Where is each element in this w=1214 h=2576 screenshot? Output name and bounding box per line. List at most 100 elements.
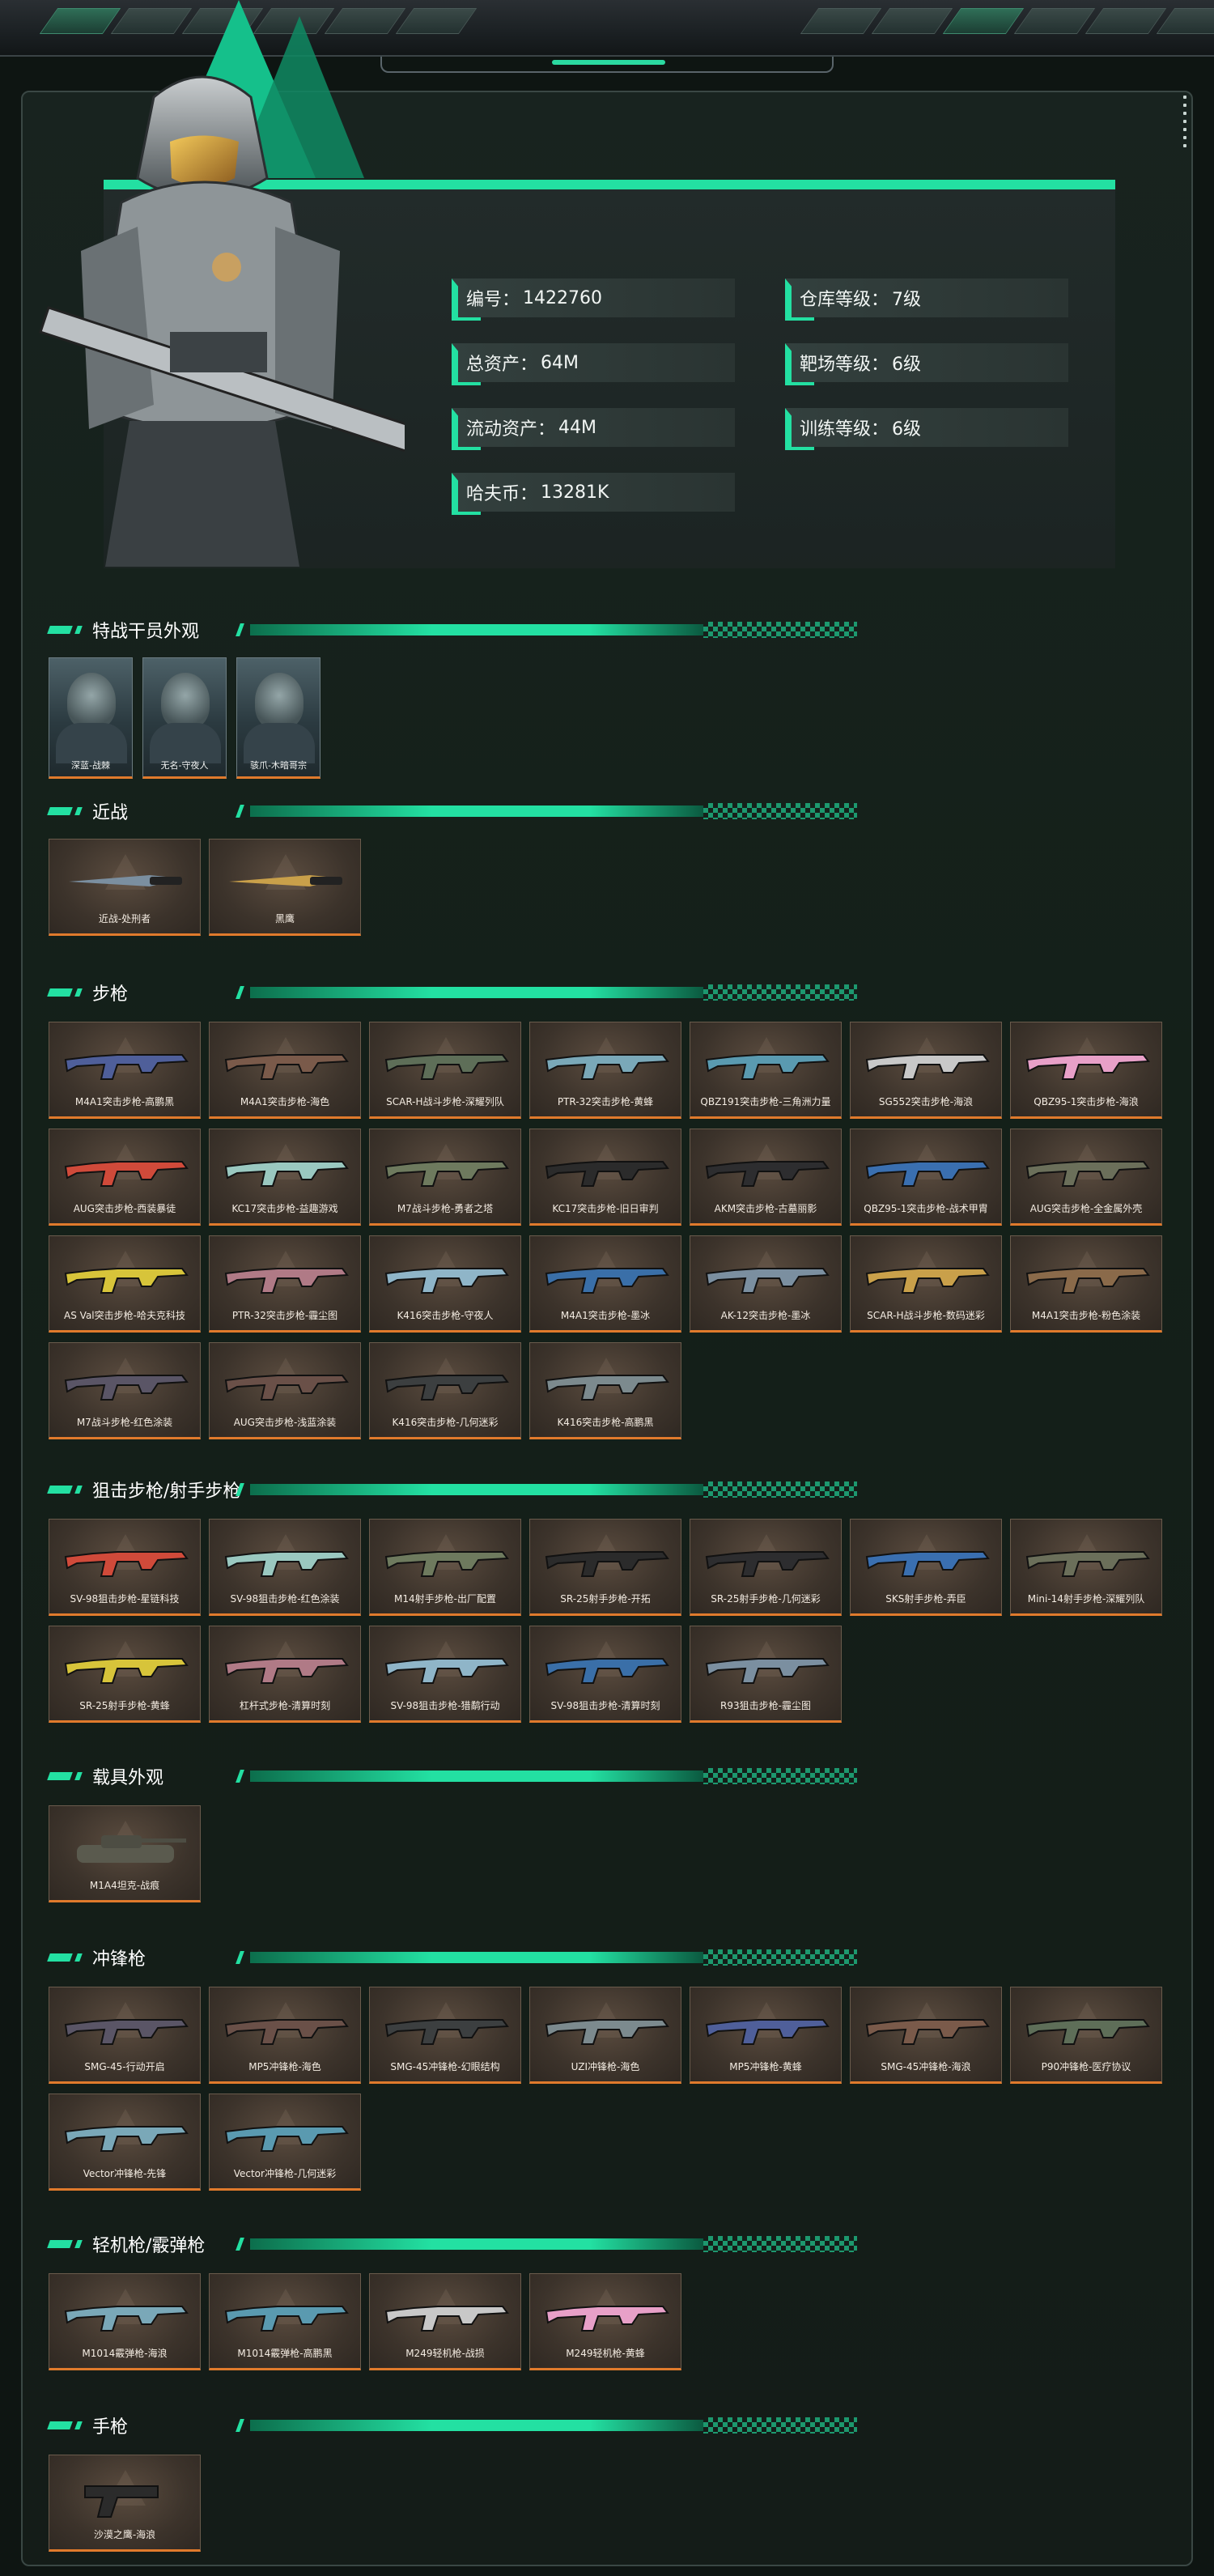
item-card[interactable]: M7战斗步枪-红色涂装 xyxy=(49,1342,201,1439)
item-card[interactable]: Vector冲锋枪-先锋 xyxy=(49,2094,201,2191)
item-card[interactable]: M7战斗步枪-勇者之塔 xyxy=(369,1129,521,1226)
section-title: 步枪 xyxy=(92,984,129,1005)
smg-icon xyxy=(64,2126,189,2152)
item-card[interactable]: AUG突击步枪-西装暴徒 xyxy=(49,1129,201,1226)
item-card[interactable]: UZI冲锋枪-海色 xyxy=(529,1987,681,2084)
item-card[interactable]: K416突击步枪-守夜人 xyxy=(369,1235,521,1333)
item-card[interactable]: M249轻机枪-黄蜂 xyxy=(529,2273,681,2370)
item-card[interactable]: SV-98狙击步枪-红色涂装 xyxy=(209,1519,361,1616)
item-card[interactable]: QBZ95-1突击步枪-战术甲胄 xyxy=(850,1129,1002,1226)
item-card[interactable]: R93狙击步枪-霾尘图 xyxy=(690,1626,842,1723)
item-card[interactable]: 杠杆式步枪-清算时刻 xyxy=(209,1626,361,1723)
rifle-icon xyxy=(545,1375,669,1401)
item-card[interactable]: AKM突击步枪-古墓丽影 xyxy=(690,1129,842,1226)
item-card[interactable]: Vector冲锋枪-几何迷彩 xyxy=(209,2094,361,2191)
item-card[interactable]: AS Val突击步枪-哈夫克科技 xyxy=(49,1235,201,1333)
item-card[interactable]: SCAR-H战斗步枪-数码迷彩 xyxy=(850,1235,1002,1333)
rifle-icon xyxy=(545,1054,669,1080)
item-name: Vector冲锋枪-先锋 xyxy=(83,2168,167,2179)
item-card[interactable]: SMG-45-行动开启 xyxy=(49,1987,201,2084)
item-card[interactable]: Mini-14射手步枪-深耀列队 xyxy=(1010,1519,1162,1616)
item-card[interactable]: PTR-32突击步枪-黄蜂 xyxy=(529,1022,681,1119)
section-grid: SV-98狙击步枪-星链科技 SV-98狙击步枪-红色涂装 M14射手步枪-出厂配置… xyxy=(49,1519,1162,1723)
item-card[interactable]: AUG突击步枪-全金属外壳 xyxy=(1010,1129,1162,1226)
rifle-icon xyxy=(384,1268,509,1294)
item-card[interactable]: KC17突击步枪-益趣游戏 xyxy=(209,1129,361,1226)
scroll-dots-icon[interactable] xyxy=(1183,92,1188,149)
item-name: SKS射手步枪-弄臣 xyxy=(885,1593,966,1605)
item-name: MP5冲锋枪-黄蜂 xyxy=(729,2061,802,2072)
item-name: QBZ191突击步枪-三角洲力量 xyxy=(700,1096,831,1107)
item-card[interactable]: M4A1突击步枪-墨冰 xyxy=(529,1235,681,1333)
rifle-icon xyxy=(705,1161,830,1187)
item-card[interactable]: M249轻机枪-战损 xyxy=(369,2273,521,2370)
item-name: M7战斗步枪-红色涂装 xyxy=(76,1417,173,1428)
item-name: M14射手步枪-出厂配置 xyxy=(394,1593,496,1605)
smg-icon xyxy=(705,2019,830,2045)
item-card[interactable]: SR-25射手步枪-开拓 xyxy=(529,1519,681,1616)
mg-icon xyxy=(545,2306,669,2332)
item-name: M4A1突击步枪-海色 xyxy=(240,1096,330,1107)
item-card[interactable]: 黑鹰 xyxy=(209,839,361,936)
knife-icon xyxy=(69,875,182,886)
item-card[interactable]: M14射手步枪-出厂配置 xyxy=(369,1519,521,1616)
section-title: 冲锋枪 xyxy=(92,1949,146,1970)
item-card[interactable]: QBZ191突击步枪-三角洲力量 xyxy=(690,1022,842,1119)
item-card[interactable]: M4A1突击步枪-海色 xyxy=(209,1022,361,1119)
item-card[interactable]: M1014霰弹枪-海浪 xyxy=(49,2273,201,2370)
item-card[interactable]: K416突击步枪-高鹏黑 xyxy=(529,1342,681,1439)
item-card[interactable]: SCAR-H战斗步枪-深耀列队 xyxy=(369,1022,521,1119)
stat-haf-coin: 哈夫币： 13281K xyxy=(452,473,735,515)
item-name: SR-25射手步枪-黄蜂 xyxy=(79,1700,170,1711)
item-card[interactable]: SV-98狙击步枪-星链科技 xyxy=(49,1519,201,1616)
item-card[interactable]: SV-98狙击步枪-猎鹬行动 xyxy=(369,1626,521,1723)
item-name: SG552突击步枪-海浪 xyxy=(878,1096,974,1107)
item-name: SV-98狙击步枪-猎鹬行动 xyxy=(390,1700,500,1711)
item-card[interactable]: SG552突击步枪-海浪 xyxy=(850,1022,1002,1119)
item-card[interactable]: KC17突击步枪-旧日审判 xyxy=(529,1129,681,1226)
sniper-icon xyxy=(545,1551,669,1577)
item-card[interactable]: PTR-32突击步枪-霾尘图 xyxy=(209,1235,361,1333)
item-card[interactable]: MP5冲锋枪-海色 xyxy=(209,1987,361,2084)
operator-skin-card[interactable]: 深蓝-战棘 xyxy=(49,657,133,779)
item-card[interactable]: AUG突击步枪-浅蓝涂装 xyxy=(209,1342,361,1439)
item-name: M7战斗步枪-勇者之塔 xyxy=(397,1203,494,1214)
item-card[interactable]: M4A1突击步枪-粉色涂装 xyxy=(1010,1235,1162,1333)
item-card[interactable]: SR-25射手步枪-黄蜂 xyxy=(49,1626,201,1723)
section-grid: 近战-处刑者 黑鹰 xyxy=(49,839,1162,936)
item-name: M4A1突击步枪-高鹏黑 xyxy=(74,1096,175,1107)
item-card[interactable]: SKS射手步枪-弄臣 xyxy=(850,1519,1002,1616)
item-card[interactable]: M1014霰弹枪-高鹏黑 xyxy=(209,2273,361,2370)
section-grid: 深蓝-战棘 无名-守夜人 骇爪-木暗哥宗 xyxy=(49,657,320,779)
rifle-icon xyxy=(705,1054,830,1080)
item-name: M249轻机枪-黄蜂 xyxy=(566,2348,645,2359)
item-card[interactable]: AK-12突击步枪-墨冰 xyxy=(690,1235,842,1333)
item-card[interactable]: SR-25射手步枪-几何迷彩 xyxy=(690,1519,842,1616)
item-card[interactable]: SMG-45冲锋枪-海浪 xyxy=(850,1987,1002,2084)
rifle-icon xyxy=(384,1161,509,1187)
item-card[interactable]: SMG-45冲锋枪-幻眼结构 xyxy=(369,1987,521,2084)
item-name: AK-12突击步枪-墨冰 xyxy=(720,1310,811,1321)
item-card[interactable]: P90冲锋枪-医疗协议 xyxy=(1010,1987,1162,2084)
item-name: KC17突击步枪-旧日审判 xyxy=(552,1203,659,1214)
item-name: SR-25射手步枪-几何迷彩 xyxy=(711,1593,821,1605)
item-card[interactable]: M4A1突击步枪-高鹏黑 xyxy=(49,1022,201,1119)
operator-skin-card[interactable]: 无名-守夜人 xyxy=(142,657,227,779)
rifle-icon xyxy=(384,1375,509,1401)
item-name: K416突击步枪-守夜人 xyxy=(397,1310,494,1321)
item-card[interactable]: SV-98狙击步枪-清算时刻 xyxy=(529,1626,681,1723)
rifle-icon xyxy=(1025,1161,1150,1187)
item-card[interactable]: QBZ95-1突击步枪-海浪 xyxy=(1010,1022,1162,1119)
item-card[interactable]: M1A4坦克-战痕 xyxy=(49,1805,201,1902)
item-card[interactable]: K416突击步枪-几何迷彩 xyxy=(369,1342,521,1439)
item-name: 骇爪-木暗哥宗 xyxy=(250,760,307,771)
item-card[interactable]: 沙漠之鹰-海浪 xyxy=(49,2455,201,2552)
item-name: 沙漠之鹰-海浪 xyxy=(93,2529,156,2540)
item-card[interactable]: MP5冲锋枪-黄蜂 xyxy=(690,1987,842,2084)
item-card[interactable]: 近战-处刑者 xyxy=(49,839,201,936)
operator-skin-card[interactable]: 骇爪-木暗哥宗 xyxy=(236,657,320,779)
smg-icon xyxy=(224,2019,349,2045)
item-name: Vector冲锋枪-几何迷彩 xyxy=(233,2168,337,2179)
mg-icon xyxy=(64,2306,189,2332)
pistol-icon xyxy=(84,2485,159,2518)
